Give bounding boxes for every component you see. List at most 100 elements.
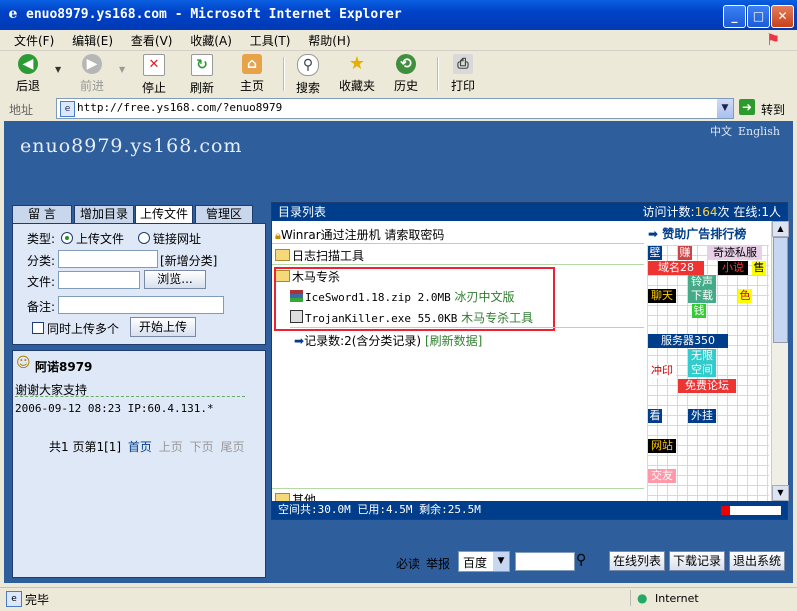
ad-item[interactable]: 域名28 bbox=[648, 261, 704, 275]
ad-item[interactable]: 网站 bbox=[648, 439, 676, 453]
menu-favorites[interactable]: 收藏(A) bbox=[184, 30, 240, 49]
list-item[interactable]: 🔒︎Winrar通过注册机 请索取密码 bbox=[275, 226, 444, 243]
ad-item[interactable]: 无限空间 bbox=[688, 349, 716, 377]
logout-button[interactable]: 退出系统 bbox=[729, 551, 785, 571]
pager-next[interactable]: 下页 bbox=[190, 440, 214, 454]
folder-label[interactable]: 日志扫描工具 bbox=[292, 249, 364, 263]
ad-item[interactable]: 小说 bbox=[718, 261, 748, 275]
ad-item[interactable]: 铃声下载 bbox=[688, 275, 716, 303]
tab-add-directory[interactable]: 增加目录 bbox=[74, 205, 134, 224]
ad-item[interactable]: 交友 bbox=[648, 469, 676, 483]
category-select[interactable] bbox=[58, 250, 158, 268]
records-row: ➡记录数:2(含分类记录) [刷新数据] bbox=[294, 332, 482, 349]
search-icon[interactable]: ⚲ bbox=[576, 552, 586, 568]
minimize-button[interactable]: _ bbox=[723, 5, 746, 28]
file-input[interactable] bbox=[58, 271, 140, 289]
ad-item[interactable]: 外挂 bbox=[688, 409, 716, 423]
ad-item[interactable]: 色 bbox=[738, 289, 752, 303]
lang-english[interactable]: English bbox=[738, 125, 780, 138]
menu-tools[interactable]: 工具(T) bbox=[244, 30, 299, 49]
radio-icon[interactable] bbox=[138, 232, 150, 244]
ad-item[interactable]: 聊天 bbox=[648, 289, 676, 303]
pager-first[interactable]: 首页 bbox=[128, 440, 152, 454]
new-category-link[interactable]: [新增分类] bbox=[160, 252, 217, 269]
pager-prev[interactable]: 上页 bbox=[159, 440, 183, 454]
radio-selected-icon[interactable] bbox=[61, 232, 73, 244]
download-log-button[interactable]: 下载记录 bbox=[669, 551, 725, 571]
upload-form: 类型: 上传文件 链接网址 分类: [新增分类] 文件: 浏览... 备注: 同… bbox=[12, 223, 266, 345]
start-upload-button[interactable]: 开始上传 bbox=[130, 317, 196, 337]
space-usage-bar: 空间共:30.0M 已用:4.5M 剩余:25.5M bbox=[272, 501, 787, 519]
scroll-up-icon[interactable]: ▲ bbox=[772, 221, 789, 237]
stop-button[interactable]: ✕ 停止 bbox=[142, 54, 166, 96]
scrollbar[interactable]: ▲ ▼ bbox=[771, 221, 789, 501]
star-icon: ★ bbox=[348, 53, 366, 74]
must-read-link[interactable]: 必读 bbox=[396, 555, 420, 572]
chevron-down-icon[interactable]: ▼ bbox=[493, 552, 509, 571]
ie-icon: e bbox=[8, 6, 18, 22]
favorites-button[interactable]: ★ 收藏夹 bbox=[339, 54, 375, 94]
ad-item[interactable]: 服务器350 bbox=[648, 334, 728, 348]
history-button[interactable]: ⟲ 历史 bbox=[394, 54, 418, 94]
menu-view[interactable]: 查看(V) bbox=[125, 30, 181, 49]
close-button[interactable]: ✕ bbox=[771, 5, 794, 28]
address-url[interactable]: http://free.ys168.com/?enuo8979 bbox=[77, 101, 282, 114]
address-input[interactable]: e http://free.ys168.com/?enuo8979 ▼ bbox=[56, 98, 734, 119]
lock-item-label[interactable]: Winrar通过注册机 请索取密码 bbox=[281, 228, 445, 242]
menu-file[interactable]: 文件(F) bbox=[8, 30, 62, 49]
tab-admin[interactable]: 管理区 bbox=[195, 205, 253, 224]
note-input[interactable] bbox=[58, 296, 224, 314]
search-engine-select[interactable]: 百度 ▼ bbox=[458, 551, 510, 572]
lang-chinese[interactable]: 中文 bbox=[710, 125, 732, 138]
report-link[interactable]: 举报 bbox=[426, 555, 450, 572]
usage-meter bbox=[721, 506, 781, 515]
toolbar-separator bbox=[283, 57, 285, 91]
checkbox-icon[interactable] bbox=[32, 322, 44, 334]
divider bbox=[272, 264, 644, 265]
chevron-down-icon[interactable]: ▼ bbox=[717, 99, 733, 118]
link-radio[interactable]: 链接网址 bbox=[138, 230, 201, 247]
file-list: 🔒︎Winrar通过注册机 请索取密码 日志扫描工具 木马专杀 IceSword… bbox=[272, 221, 644, 519]
home-icon: ⌂ bbox=[242, 54, 262, 74]
ad-item[interactable]: 奇迹私服 bbox=[708, 246, 762, 260]
type-label: 类型: bbox=[27, 232, 56, 246]
online-list-button[interactable]: 在线列表 bbox=[609, 551, 665, 571]
directory-header: 目录列表 访问计数:164次 在线:1人 bbox=[272, 203, 787, 221]
menu-help[interactable]: 帮助(H) bbox=[302, 30, 358, 49]
tab-message[interactable]: 留 言 bbox=[12, 205, 72, 224]
stop-label: 停止 bbox=[142, 81, 167, 95]
folder-item[interactable]: 日志扫描工具 bbox=[275, 247, 364, 264]
print-button[interactable]: ⎙ 打印 bbox=[451, 54, 475, 94]
back-dropdown-icon[interactable]: ▼ bbox=[55, 65, 61, 74]
directory-panel: 目录列表 访问计数:164次 在线:1人 🔒︎Winrar通过注册机 请索取密码… bbox=[271, 202, 789, 520]
scroll-thumb[interactable] bbox=[773, 237, 788, 343]
forward-button[interactable]: ▶ 前进 bbox=[80, 54, 104, 94]
forward-dropdown-icon[interactable]: ▼ bbox=[119, 65, 125, 74]
menu-edit[interactable]: 编辑(E) bbox=[66, 30, 121, 49]
multi-upload-checkbox[interactable]: 同时上传多个 bbox=[32, 320, 119, 337]
tab-upload-file[interactable]: 上传文件 bbox=[135, 205, 193, 224]
ad-item[interactable]: 冲印 bbox=[648, 364, 676, 378]
search-label: 搜索 bbox=[296, 81, 321, 95]
refresh-button[interactable]: ↻ 刷新 bbox=[190, 54, 214, 96]
ad-item[interactable]: 壁 bbox=[648, 246, 662, 260]
print-label: 打印 bbox=[451, 79, 476, 93]
ad-item[interactable]: 售 bbox=[752, 261, 766, 275]
visits-label: 访问计数: bbox=[642, 205, 695, 219]
ad-item[interactable]: 赚 bbox=[678, 246, 692, 260]
search-button[interactable]: ⚲ 搜索 bbox=[296, 54, 320, 96]
maximize-button[interactable]: □ bbox=[747, 5, 770, 28]
refresh-data-link[interactable]: [刷新数据] bbox=[425, 334, 482, 348]
scroll-down-icon[interactable]: ▼ bbox=[772, 485, 789, 501]
browse-button[interactable]: 浏览... bbox=[144, 270, 206, 289]
go-arrow-icon[interactable]: ➜ bbox=[739, 99, 755, 115]
pager-last[interactable]: 尾页 bbox=[220, 440, 244, 454]
search-input[interactable] bbox=[515, 552, 575, 571]
ad-item[interactable]: 钱 bbox=[692, 304, 706, 318]
ad-item[interactable]: 看 bbox=[648, 409, 662, 423]
ad-item[interactable]: 免费论坛 bbox=[678, 379, 736, 393]
go-button[interactable]: 转到 bbox=[761, 101, 785, 118]
home-button[interactable]: ⌂ 主页 bbox=[240, 54, 264, 94]
upload-radio[interactable]: 上传文件 bbox=[61, 230, 124, 247]
back-button[interactable]: ◀ 后退 bbox=[16, 54, 40, 94]
